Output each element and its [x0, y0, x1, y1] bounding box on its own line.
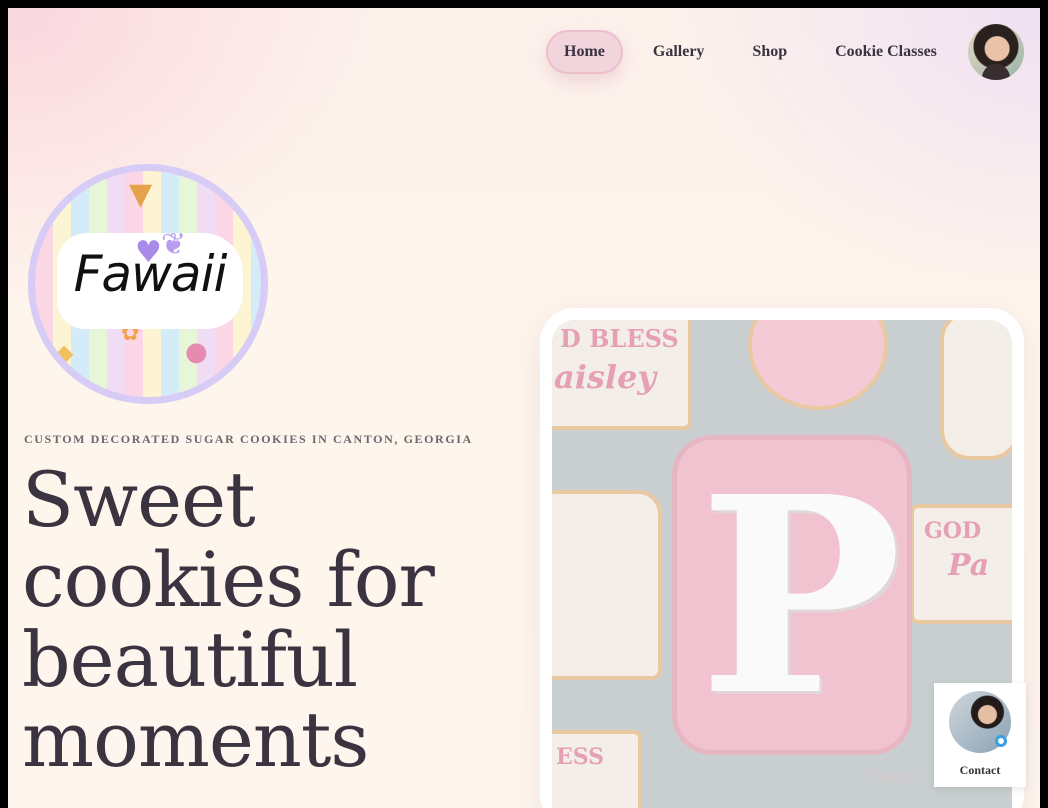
avatar-shirt [982, 64, 1010, 80]
cookie-plaque-top-left: D BLESS aisley [552, 320, 692, 430]
nav-cookie-classes[interactable]: Cookie Classes [817, 30, 955, 74]
cookie-letter-p: P [672, 435, 912, 755]
contact-widget[interactable]: Contact [934, 683, 1026, 787]
cookie-text: Pa [948, 548, 990, 583]
main-nav: Home Gallery Shop Cookie Classes [546, 30, 955, 74]
cookie-letter: P [699, 437, 903, 755]
cookie-text: ESS [556, 744, 605, 770]
contact-avatar [949, 691, 1011, 753]
ice-cream-icon: ▼ [129, 177, 153, 212]
contact-label: Contact [959, 763, 1001, 777]
page: Home Gallery Shop Cookie Classes ▼ ◆ ✿ ●… [8, 8, 1040, 808]
nav-shop[interactable]: Shop [734, 30, 805, 74]
photo-watermark: Fawaii [865, 767, 916, 786]
cookie-plaque-right: GOD Pa [910, 504, 1012, 624]
brand-logo[interactable]: ▼ ◆ ✿ ● ♥ ❦ Fawaii [28, 164, 268, 404]
cookie-onesie [940, 320, 1012, 460]
cookie-oval [748, 320, 888, 410]
profile-avatar[interactable] [968, 24, 1024, 80]
messenger-icon [995, 735, 1007, 747]
cupcake-icon: ● [185, 337, 208, 367]
cookie-dress [552, 490, 662, 680]
hero-eyebrow: CUSTOM DECORATED SUGAR COOKIES IN CANTON… [24, 432, 473, 446]
nav-gallery[interactable]: Gallery [635, 30, 723, 74]
cookie-text: GOD [924, 518, 982, 544]
nav-home[interactable]: Home [546, 30, 623, 74]
drink-icon: ◆ [55, 339, 74, 367]
cookie-plaque-bottom-left: ESS [552, 730, 642, 808]
cookie-text: aisley [554, 358, 657, 396]
logo-wordmark: Fawaii [73, 245, 228, 303]
cookie-text: D BLESS [560, 324, 679, 353]
hero-headline: Sweet cookies for beautiful moments [22, 455, 435, 784]
